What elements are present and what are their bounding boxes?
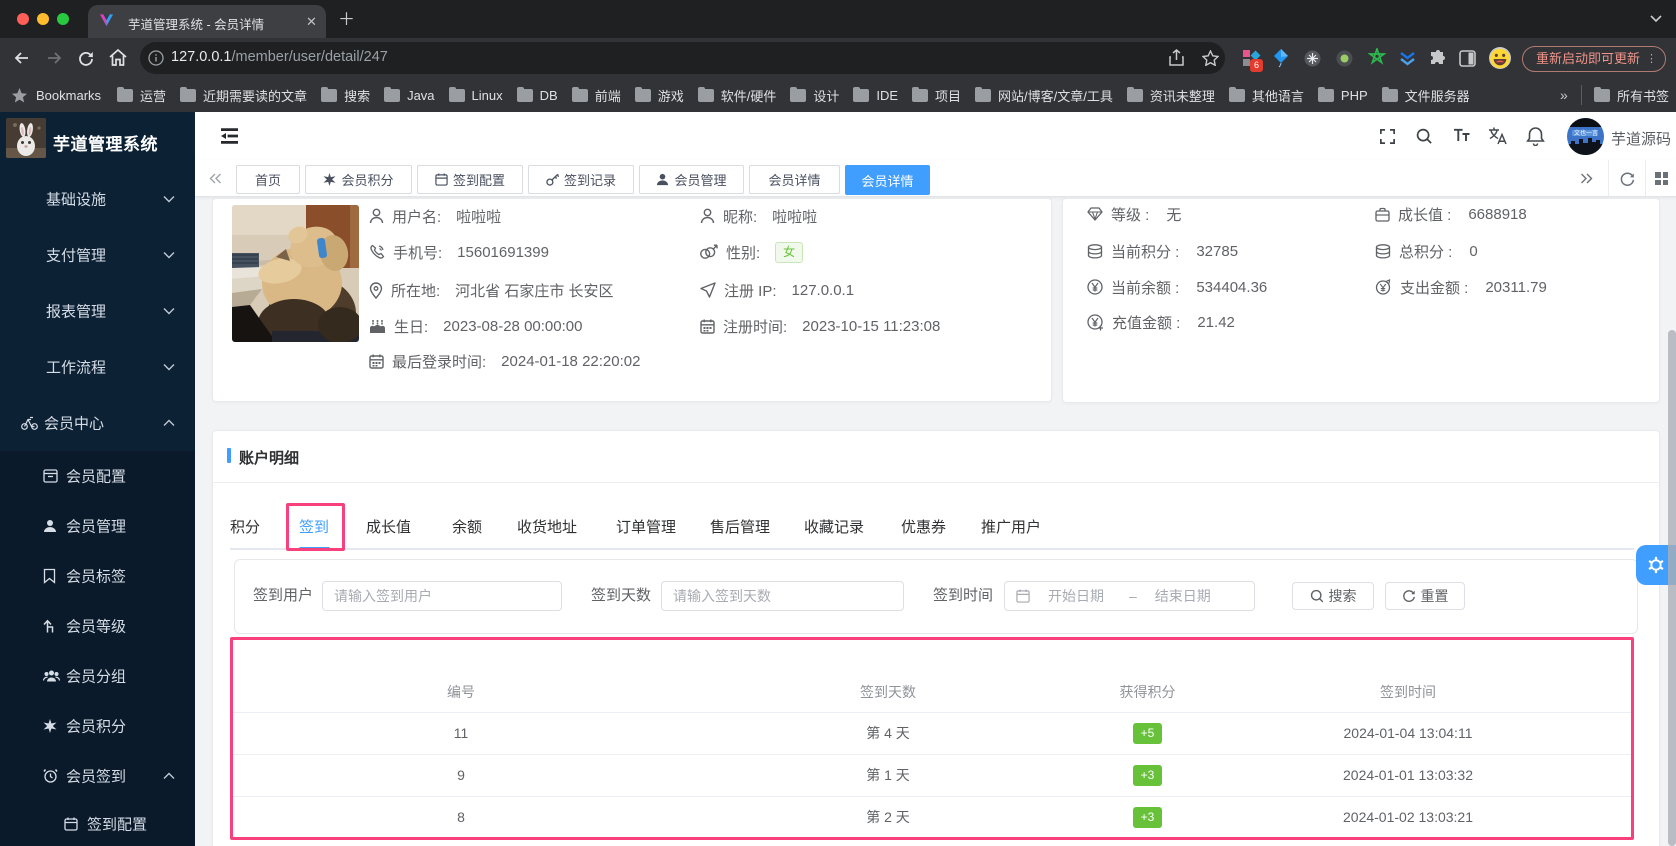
svg-text:文也一言: 文也一言 [1574, 129, 1598, 137]
